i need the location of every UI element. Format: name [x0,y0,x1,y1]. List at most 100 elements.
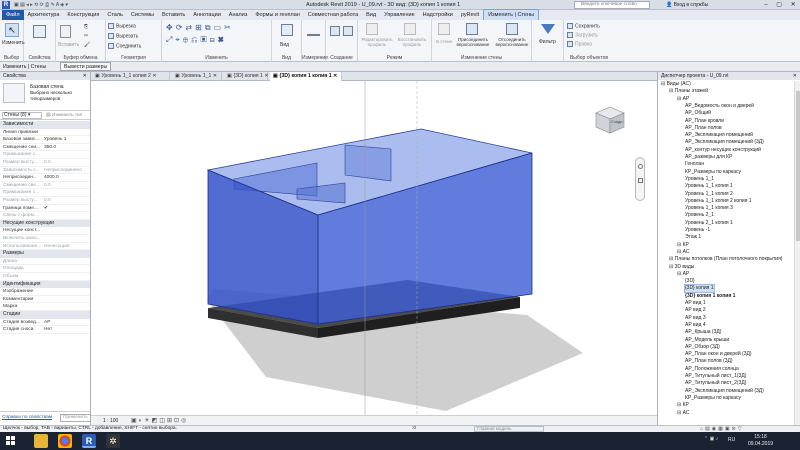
view-scale[interactable]: 1 : 100 [103,417,118,425]
apply-button[interactable]: Применить [60,414,91,422]
ribbon-tab[interactable]: Файл [2,10,24,20]
browser-item[interactable]: Уровень -1 [685,227,710,234]
browser-item[interactable]: Уровень 2_1 [685,212,714,219]
chrome-icon[interactable] [58,434,72,448]
ribbon-tab[interactable]: Конструкция [63,10,103,20]
property-row[interactable]: Комментарии [0,296,90,304]
property-row[interactable]: Граница поме... ✔ [0,205,90,213]
property-value[interactable]: АР [44,319,88,326]
join-button[interactable]: Соединить [108,43,141,49]
browser-item[interactable]: КР_Размеры по каркасу [685,395,741,402]
browser-item[interactable]: Уровень 1_1 копия 3 [685,205,733,212]
ribbon-tab[interactable]: Сталь [103,10,127,20]
paste-icon[interactable] [60,25,71,38]
ribbon-tab[interactable]: Архитектура [24,10,64,20]
property-row[interactable]: Базовая завис... Уровень 1 [0,136,90,144]
browser-item[interactable]: Уровень 2_1 копия 1 [685,220,733,227]
in-wall-button[interactable]: В стене [436,39,452,44]
save-selection-button[interactable]: Сохранить [567,23,600,29]
property-row[interactable]: Включить анал... [0,235,90,243]
properties-help-link[interactable]: Справка по свойствам [2,415,52,420]
steering-wheel-icon[interactable] [638,164,643,169]
edit-selection-button[interactable]: Правка [567,41,592,47]
browser-item[interactable]: АР_Экспликация помещений (3Д) [685,139,764,146]
property-row[interactable]: Длина [0,258,90,266]
property-row[interactable]: Линия привязки [0,129,90,137]
edit-type-button[interactable]: ▤ Изменить тип [46,112,82,119]
properties-icon[interactable] [33,25,46,38]
property-row[interactable]: Стадия возвед... АР [0,319,90,327]
property-row[interactable]: Связь с форм... [0,212,90,220]
property-row[interactable]: Марка [0,303,90,311]
attach-icon[interactable] [466,23,478,35]
browser-item[interactable]: ⊟ АР [677,96,689,103]
browser-item[interactable]: АР_План полов [685,125,722,132]
browser-item[interactable]: КР_Размеры по каркасу [685,169,741,176]
browser-item[interactable]: {3D} копия 1 копия 1 [685,293,735,300]
property-value[interactable]: Неприсоединено [44,167,88,174]
browser-item[interactable]: ⊟ Планы этажей [669,88,708,95]
edit-profile-button[interactable]: Редактировать профиль [360,37,394,47]
detach-icon[interactable] [506,23,518,35]
browser-item[interactable]: Уровень 1_1 копия 2 копия 1 [685,198,752,205]
3d-model[interactable] [91,81,657,425]
browser-item[interactable]: АР_Титульный лист_1(3Д) [685,373,746,380]
show-dimensions-button[interactable]: Вывести размеры [60,62,112,71]
match-icon[interactable]: 🖌 [84,42,90,48]
close-icon[interactable]: ✕ [791,0,796,10]
browser-item[interactable]: {3D} [685,278,695,285]
zoom-icon[interactable] [638,178,643,183]
browser-item[interactable]: АР вид 4 [685,322,706,329]
edit-profile-icon[interactable] [366,23,378,35]
view-tab[interactable]: ▣ {3D} копия 1 ✕ [224,72,269,81]
revit-logo-icon[interactable]: R [2,1,10,9]
property-value[interactable]: Ненесущая [44,243,88,250]
ribbon-tab[interactable]: Управление [380,10,419,20]
browser-item[interactable]: АР вид 3 [685,315,706,322]
browser-item[interactable]: АР_Экспликация помещений (3Д) [685,388,764,395]
property-category[interactable]: Зависимости [0,121,90,129]
cut-geometry-button[interactable]: Вырезать [108,33,138,39]
view-icon[interactable] [281,24,293,36]
browser-item[interactable]: АР вид 1 [685,300,706,307]
property-category[interactable]: Размеры [0,250,90,258]
ribbon-tab[interactable]: Формы и генплан [251,10,303,20]
property-row[interactable]: Размер высту... 0.0 [0,197,90,205]
ribbon-tab[interactable]: Системы [127,10,158,20]
close-icon[interactable]: ✕ [151,73,156,79]
filter-icon[interactable] [541,24,555,34]
browser-item[interactable]: ⊟ Планы потолков (План потолочного покры… [669,256,782,263]
navigation-bar[interactable] [635,157,645,201]
close-icon[interactable]: ✕ [83,72,87,80]
media-app-icon[interactable]: ✲ [106,434,120,448]
property-row[interactable]: Зависимость с... Неприсоединено [0,167,90,175]
modify-tools2-icons[interactable]: ⤢⌖⊕⎌▣⊟✖ [166,35,266,45]
file-explorer-icon[interactable] [34,434,48,448]
property-row[interactable]: Примыкание с... [0,151,90,159]
property-value[interactable]: Уровень 1 [44,136,88,143]
browser-scrollbar[interactable] [794,81,800,425]
property-row[interactable]: Несущие конст... [0,227,90,235]
browser-item[interactable]: {3D} копия 1 [684,284,715,294]
property-value[interactable]: 4000.0 [44,174,88,181]
property-row[interactable]: Объем [0,273,90,281]
ribbon-tab[interactable]: Вид [362,10,380,20]
windows-start-icon[interactable] [6,436,16,446]
property-row[interactable]: Площадь [0,265,90,273]
browser-item[interactable]: АР_контур несущих конструкций [685,147,761,154]
browser-item[interactable]: Уровень 1_1 копия 2 [685,191,733,198]
browser-item[interactable]: АР_Положения солнца [685,366,739,373]
create-group-icon[interactable] [330,26,340,36]
view-button[interactable]: Вид [280,42,289,48]
property-row[interactable]: Использование... Ненесущая [0,243,90,251]
browser-item[interactable]: Уровень 1_1 копия 1 [685,183,733,190]
signin-button[interactable]: 👤 Вход в службы [666,1,708,9]
modify-button[interactable]: Изменить [2,40,25,46]
detach-button[interactable]: Отсоединить верх/основание [493,37,531,47]
close-icon[interactable]: ✕ [793,72,797,80]
browser-item[interactable]: ⊟ АС [677,410,689,417]
ribbon-tab[interactable]: Анализ [225,10,252,20]
browser-item[interactable]: ⊟ КР [677,242,689,249]
property-category[interactable]: Стадии [0,311,90,319]
property-category[interactable]: Идентификация [0,280,90,289]
